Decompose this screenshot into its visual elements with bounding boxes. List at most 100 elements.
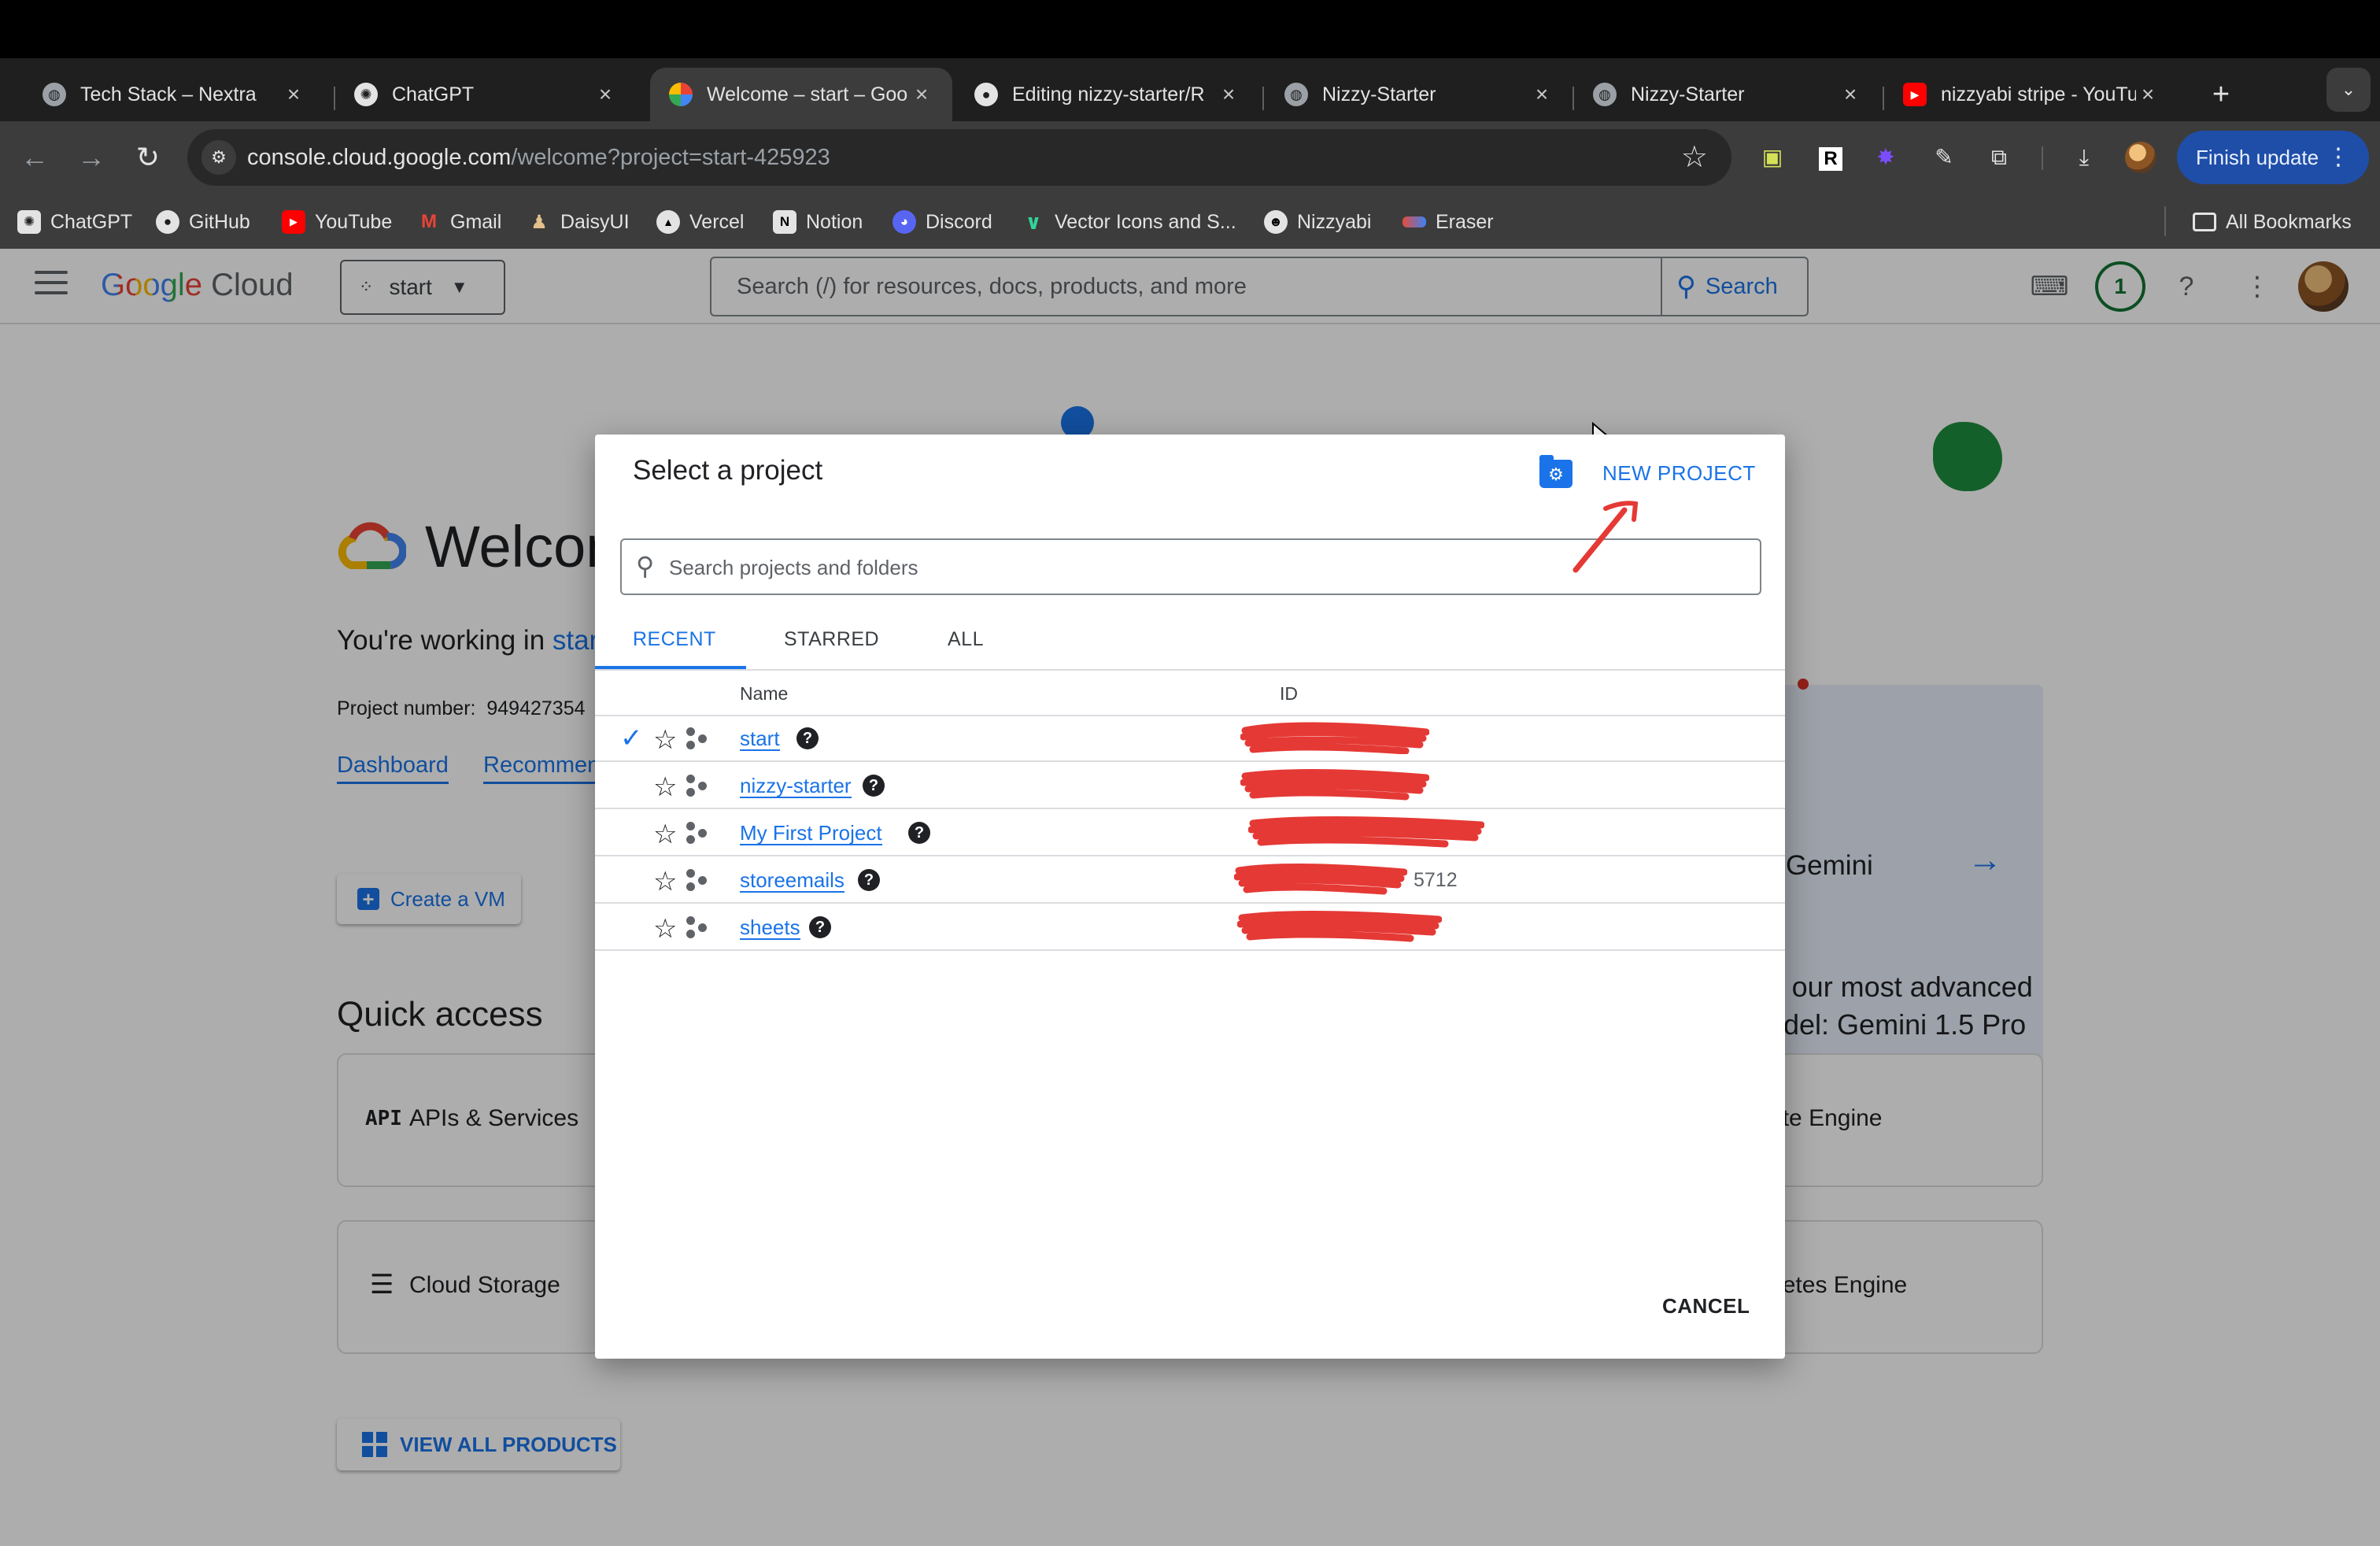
extensions-puzzle-icon[interactable]: ⧉ [1980, 139, 2018, 176]
bookmark-star-icon[interactable]: ☆ [1681, 140, 1708, 175]
tab-search-chevron-icon[interactable]: ⌄ [2326, 68, 2371, 112]
bookmark-item[interactable]: ▶ YouTube [282, 206, 392, 238]
more-vert-icon: ⋮ [2326, 144, 2350, 170]
bookmark-label: ChatGPT [50, 210, 133, 233]
bookmark-item[interactable]: ▲ Vercel [656, 206, 744, 238]
profile-avatar-icon[interactable] [2122, 139, 2160, 176]
bookmark-item[interactable]: Eraser [1402, 206, 1494, 238]
bookmark-item[interactable]: M Gmail [417, 206, 501, 238]
star-icon[interactable]: ☆ [653, 913, 677, 945]
help-icon[interactable]: ? [809, 916, 831, 938]
project-row[interactable]: ☆ nizzy-starter ? [595, 764, 1785, 809]
reload-icon[interactable]: ↻ [126, 135, 170, 179]
star-icon[interactable]: ☆ [653, 866, 677, 897]
chatgpt-icon: ✺ [354, 83, 378, 106]
help-icon[interactable]: ? [863, 775, 885, 797]
column-header-name: Name [740, 683, 789, 704]
project-name-link[interactable]: sheets [740, 916, 800, 940]
help-icon[interactable]: ? [796, 727, 819, 749]
star-icon[interactable]: ☆ [653, 819, 677, 850]
project-row[interactable]: ✓ ☆ start ? [595, 716, 1785, 762]
extension-pen-icon[interactable]: ✎ [1925, 139, 1963, 176]
bookmark-item[interactable]: ∨ Vector Icons and S... [1022, 206, 1236, 238]
discord-icon: ◕ [893, 210, 916, 234]
url-text[interactable]: console.cloud.google.com/welcome?project… [247, 145, 830, 171]
close-tab-icon[interactable]: × [2136, 82, 2160, 107]
star-icon[interactable]: ☆ [653, 771, 677, 803]
redaction-scribble [1234, 864, 1407, 895]
bookmarks-divider [2164, 206, 2166, 236]
gmail-icon: M [421, 211, 437, 232]
back-arrow-icon[interactable]: ← [13, 135, 57, 179]
project-name-link[interactable]: start [740, 727, 780, 751]
redaction-scribble [1248, 816, 1484, 848]
all-bookmarks-item[interactable]: All Bookmarks [2193, 206, 2352, 238]
browser-tab[interactable]: ◍ Nizzy-Starter × [1574, 68, 1881, 121]
tab-title: nizzyabi stripe - YouTu [1941, 83, 2136, 105]
bookmark-label: Gmail [450, 210, 502, 233]
bookmark-label: Notion [806, 210, 863, 233]
tab-starred[interactable]: STARRED [784, 628, 879, 651]
close-tab-icon[interactable]: × [910, 82, 933, 107]
github-icon: ● [156, 210, 179, 234]
browser-toolbar: ← → ↻ ⚙ console.cloud.google.com/welcome… [0, 121, 2380, 194]
help-icon[interactable]: ? [908, 822, 930, 844]
address-bar[interactable]: ⚙ console.cloud.google.com/welcome?proje… [187, 129, 1731, 186]
download-icon[interactable]: ⤓ [2065, 139, 2103, 176]
bookmark-item[interactable]: N Notion [773, 206, 863, 238]
bookmark-label: Vercel [689, 210, 745, 233]
bookmark-item[interactable]: ◕ Discord [893, 206, 992, 238]
project-name-link[interactable]: nizzy-starter [740, 775, 852, 798]
chatgpt-icon: ✺ [17, 210, 41, 234]
browser-tab[interactable]: ✺ ChatGPT × [335, 68, 636, 121]
cancel-button[interactable]: CANCEL [1662, 1294, 1750, 1319]
nizzyabi-icon: ☻ [1264, 210, 1288, 234]
redaction-scribble [1237, 911, 1442, 942]
browser-tab[interactable]: ◍ Tech Stack – Nextra × [24, 68, 324, 121]
close-tab-icon[interactable]: × [282, 82, 305, 107]
help-icon[interactable]: ? [858, 869, 880, 891]
close-tab-icon[interactable]: × [1530, 82, 1554, 107]
column-header-id: ID [1280, 683, 1298, 704]
tab-title: Nizzy-Starter [1322, 83, 1436, 105]
browser-tab[interactable]: ▶ nizzyabi stripe - YouTu × [1884, 68, 2179, 121]
project-row[interactable]: ☆ sheets ? [595, 905, 1785, 951]
project-row[interactable]: ☆ storeemails ? 5712 [595, 858, 1785, 904]
close-tab-icon[interactable]: × [1217, 82, 1240, 107]
project-id-fragment: 5712 [1414, 869, 1458, 891]
bookmark-item[interactable]: ♟ DaisyUI [527, 206, 629, 238]
bookmark-item[interactable]: ☻ Nizzyabi [1264, 206, 1371, 238]
github-icon: ● [974, 83, 998, 106]
project-name-link[interactable]: My First Project [740, 822, 882, 845]
tab-all[interactable]: ALL [948, 628, 984, 651]
forward-arrow-icon[interactable]: → [69, 135, 113, 179]
close-tab-icon[interactable]: × [593, 82, 617, 107]
bookmark-item[interactable]: ✺ ChatGPT [17, 206, 132, 238]
new-project-button[interactable]: NEW PROJECT [1602, 461, 1756, 486]
project-icon [686, 869, 710, 893]
check-icon: ✓ [620, 723, 643, 753]
tab-title: Editing nizzy-starter/R [1012, 83, 1205, 105]
project-row[interactable]: ☆ My First Project ? [595, 811, 1785, 856]
tab-title: ChatGPT [392, 83, 475, 105]
browser-tab[interactable]: ◍ Nizzy-Starter × [1266, 68, 1572, 121]
browser-tab[interactable]: ● Editing nizzy-starter/R × [955, 68, 1259, 121]
project-name-link[interactable]: storeemails [740, 869, 844, 893]
manage-resources-icon[interactable]: ⚙ [1539, 455, 1572, 488]
tab-recent[interactable]: RECENT [633, 628, 716, 651]
tab-title: Welcome – start – Goo [707, 83, 908, 105]
new-tab-icon[interactable]: + [2204, 77, 2238, 112]
extension-image-icon[interactable]: ▣ [1754, 139, 1791, 176]
globe-icon: ◍ [1593, 83, 1617, 106]
site-settings-icon[interactable]: ⚙ [201, 140, 236, 175]
star-icon[interactable]: ☆ [653, 724, 677, 756]
browser-tab-active[interactable]: Welcome – start – Goo × [650, 68, 952, 121]
youtube-icon: ▶ [282, 210, 305, 234]
extension-r-icon[interactable]: R [1812, 139, 1850, 176]
bookmark-item[interactable]: ● GitHub [156, 206, 250, 238]
finish-update-button[interactable]: Finish update ⋮ [2177, 131, 2369, 184]
close-tab-icon[interactable]: × [1839, 82, 1862, 107]
tab-title: Tech Stack – Nextra [80, 83, 257, 105]
search-icon: ⚲ [636, 552, 655, 580]
extension-gear-icon[interactable]: ✸ [1867, 139, 1905, 176]
